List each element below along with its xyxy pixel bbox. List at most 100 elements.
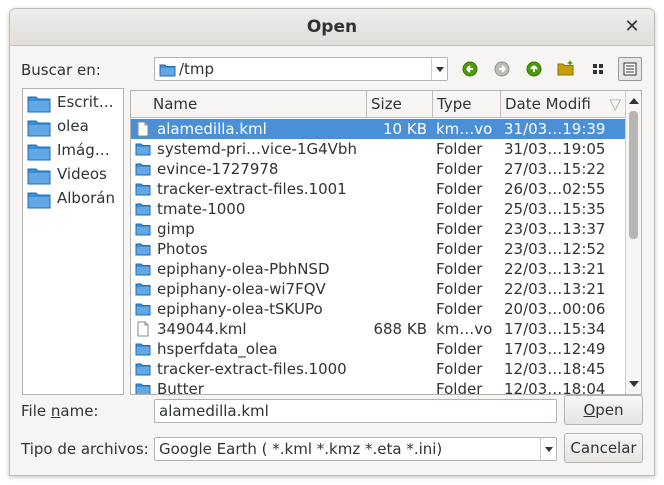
file-date: 27/03…15:22	[504, 160, 606, 178]
file-row[interactable]: epiphany-olea-tSKUPo Folder 20/03…00:06	[131, 299, 625, 319]
file-date: 23/03…12:52	[504, 240, 606, 258]
place-item[interactable]: olea	[27, 116, 123, 138]
file-date: 31/03…19:39	[504, 120, 606, 138]
location-label: Buscar en:	[21, 61, 101, 79]
file-name: systemd-pri…vice-1G4Vbh	[157, 140, 357, 158]
file-list: Name Size Type Date Modifi ▽ alamedilla.…	[130, 90, 642, 395]
go-up-icon[interactable]	[523, 57, 547, 81]
file-type: Folder	[436, 200, 483, 218]
file-type: Folder	[436, 140, 483, 158]
folder-icon	[27, 191, 51, 213]
column-name[interactable]: Name	[131, 91, 367, 118]
places-sidebar: Escrit… olea Imág… Videos Alborán	[22, 88, 124, 395]
file-row[interactable]: tracker-extract-files.1000 Folder 12/03…18…	[131, 359, 625, 379]
new-folder-icon[interactable]	[555, 57, 579, 81]
open-button-mnemonic: O	[583, 401, 596, 419]
folder-icon	[27, 167, 51, 189]
folder-icon	[135, 141, 151, 157]
chevron-down-icon[interactable]	[431, 58, 447, 80]
folder-icon	[135, 381, 151, 394]
filename-field[interactable]: alamedilla.kml	[154, 399, 557, 423]
go-forward-icon[interactable]	[491, 57, 515, 81]
folder-icon	[135, 261, 151, 277]
file-type: Folder	[436, 220, 483, 238]
folder-icon	[135, 241, 151, 257]
file-type: Folder	[436, 280, 483, 298]
file-date: 22/03…13:21	[504, 280, 606, 298]
column-header: Name Size Type Date Modifi ▽	[131, 91, 625, 118]
file-name: gimp	[157, 220, 195, 238]
file-row[interactable]: epiphany-olea-PbhNSD Folder 22/03…13:21	[131, 259, 625, 279]
file-name: Butter	[157, 380, 204, 394]
file-row[interactable]: gimp Folder 23/03…13:37	[131, 219, 625, 239]
place-label: Alborán	[57, 189, 115, 207]
file-type: Folder	[436, 380, 483, 394]
file-date: 26/03…02:55	[504, 180, 606, 198]
folder-icon	[135, 361, 151, 377]
scroll-up-icon[interactable]	[629, 98, 639, 104]
file-date: 12/03…18:04	[504, 380, 606, 394]
folder-icon	[135, 201, 151, 217]
place-label: Videos	[57, 165, 107, 183]
file-date: 17/03…12:49	[504, 340, 606, 358]
close-button[interactable]: ✕	[620, 15, 644, 39]
file-name: hsperfdata_olea	[157, 340, 278, 358]
file-name: epiphany-olea-wi7FQV	[157, 280, 326, 298]
file-name: alamedilla.kml	[157, 120, 267, 138]
file-row[interactable]: hsperfdata_olea Folder 17/03…12:49	[131, 339, 625, 359]
folder-icon	[27, 95, 51, 117]
file-rows: alamedilla.kml 10 KB km…vo 31/03…19:39 syste…	[131, 119, 625, 394]
file-name: tracker-extract-files.1001	[157, 180, 347, 198]
dialog-title: Open	[306, 17, 358, 37]
filetype-label: Tipo de archivos:	[21, 440, 149, 458]
place-item[interactable]: Escrit…	[27, 92, 123, 114]
scroll-thumb[interactable]	[629, 111, 638, 239]
file-date: 12/03…18:45	[504, 360, 606, 378]
column-date[interactable]: Date Modifi ▽	[501, 91, 627, 118]
file-name: Photos	[157, 240, 208, 258]
file-row[interactable]: epiphany-olea-wi7FQV Folder 22/03…13:21	[131, 279, 625, 299]
open-button-label: pen	[595, 401, 624, 419]
place-item[interactable]: Imág…	[27, 140, 123, 162]
place-item[interactable]: Alborán	[27, 188, 123, 210]
file-date: 17/03…15:34	[504, 320, 606, 338]
file-row[interactable]: Photos Folder 23/03…12:52	[131, 239, 625, 259]
open-button[interactable]: Open	[564, 395, 643, 425]
folder-icon	[159, 62, 176, 81]
file-name: 349044.kml	[157, 320, 247, 338]
title-bar[interactable]: Open ✕	[10, 9, 654, 46]
file-date: 23/03…13:37	[504, 220, 606, 238]
file-row[interactable]: systemd-pri…vice-1G4Vbh Folder 31/03…19:05	[131, 139, 625, 159]
filename-label-pre: File	[21, 402, 51, 420]
file-row[interactable]: tracker-extract-files.1001 Folder 26/03…02…	[131, 179, 625, 199]
detail-view-icon[interactable]	[618, 57, 642, 81]
folder-icon	[135, 341, 151, 357]
file-row[interactable]: alamedilla.kml 10 KB km…vo 31/03…19:39	[131, 119, 625, 139]
file-row[interactable]: 349044.kml 688 KB km…vo 17/03…15:34	[131, 319, 625, 339]
scroll-down-icon[interactable]	[629, 381, 639, 387]
file-row[interactable]: tmate-1000 Folder 25/03…15:35	[131, 199, 625, 219]
folder-icon	[27, 143, 51, 165]
filetype-combo[interactable]: Google Earth ( *.kml *.kmz *.eta *.ini)	[154, 437, 557, 461]
file-date: 20/03…00:06	[504, 300, 606, 318]
location-combo[interactable]: /tmp	[154, 57, 448, 81]
vertical-scrollbar[interactable]	[625, 91, 641, 394]
file-type: Folder	[436, 340, 483, 358]
list-view-icon[interactable]	[587, 57, 611, 81]
column-date-label: Date Modifi	[505, 95, 591, 113]
place-item[interactable]: Videos	[27, 164, 123, 186]
file-type: Folder	[436, 160, 483, 178]
file-icon	[135, 321, 151, 337]
cancel-button[interactable]: Cancelar	[564, 433, 643, 463]
filename-label-mnemonic: n	[50, 402, 61, 420]
column-size[interactable]: Size	[367, 91, 433, 118]
file-type: Folder	[436, 180, 483, 198]
chevron-down-icon[interactable]	[540, 438, 556, 460]
file-type: Folder	[436, 240, 483, 258]
file-row[interactable]: Butter Folder 12/03…18:04	[131, 379, 625, 394]
file-row[interactable]: evince-1727978 Folder 27/03…15:22	[131, 159, 625, 179]
file-name: epiphany-olea-tSKUPo	[157, 300, 323, 318]
go-back-icon[interactable]	[459, 57, 483, 81]
column-type[interactable]: Type	[433, 91, 501, 118]
file-name: epiphany-olea-PbhNSD	[157, 260, 330, 278]
